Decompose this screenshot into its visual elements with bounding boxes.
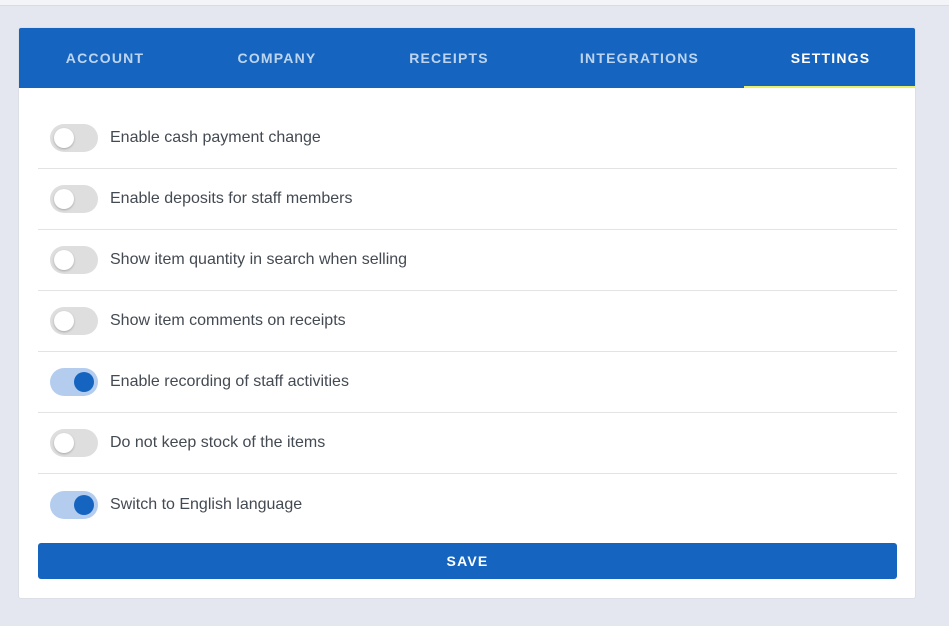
setting-label: Show item comments on receipts <box>110 312 346 329</box>
settings-list: Enable cash payment change Enable deposi… <box>38 108 897 535</box>
tab-integrations[interactable]: INTEGRATIONS <box>535 28 744 88</box>
setting-label: Enable cash payment change <box>110 129 321 146</box>
toggle-staff-activities[interactable] <box>50 368 98 396</box>
setting-label: Do not keep stock of the items <box>110 434 326 451</box>
tab-company-label: COMPANY <box>237 50 317 66</box>
toggle-knob <box>54 311 74 331</box>
top-strip <box>0 0 949 6</box>
toggle-knob <box>54 250 74 270</box>
toggle-knob <box>54 128 74 148</box>
tab-settings[interactable]: SETTINGS <box>744 28 915 88</box>
toggle-knob <box>74 494 94 515</box>
toggle-no-stock[interactable] <box>50 429 98 457</box>
tab-account[interactable]: ACCOUNT <box>19 28 191 88</box>
toggle-knob <box>54 189 74 209</box>
tab-settings-label: SETTINGS <box>790 50 871 66</box>
setting-label: Enable deposits for staff members <box>110 190 353 207</box>
setting-row-staff-activities: Enable recording of staff activities <box>38 352 897 413</box>
setting-row-cash-payment-change: Enable cash payment change <box>38 108 897 169</box>
tab-company[interactable]: COMPANY <box>191 28 363 88</box>
toggle-item-quantity-search[interactable] <box>50 246 98 274</box>
toggle-knob <box>54 433 74 453</box>
setting-row-no-stock: Do not keep stock of the items <box>38 413 897 474</box>
setting-row-item-quantity-search: Show item quantity in search when sellin… <box>38 230 897 291</box>
setting-label: Enable recording of staff activities <box>110 373 349 390</box>
toggle-staff-deposits[interactable] <box>50 185 98 213</box>
active-tab-indicator <box>744 86 915 88</box>
toggle-english-language[interactable] <box>50 490 98 519</box>
setting-row-english-language: Switch to English language <box>38 474 897 535</box>
tab-bar: ACCOUNT COMPANY RECEIPTS INTEGRATIONS SE… <box>19 28 915 88</box>
tab-receipts-label: RECEIPTS <box>409 50 489 66</box>
setting-row-item-comments-receipts: Show item comments on receipts <box>38 291 897 352</box>
toggle-cash-payment-change[interactable] <box>50 124 98 152</box>
toggle-item-comments-receipts[interactable] <box>50 307 98 335</box>
setting-label: Switch to English language <box>110 495 303 513</box>
tab-receipts[interactable]: RECEIPTS <box>363 28 535 88</box>
tab-integrations-label: INTEGRATIONS <box>579 50 700 66</box>
setting-row-staff-deposits: Enable deposits for staff members <box>38 169 897 230</box>
toggle-knob <box>74 372 94 392</box>
settings-card: ACCOUNT COMPANY RECEIPTS INTEGRATIONS SE… <box>18 27 916 599</box>
tab-account-label: ACCOUNT <box>65 50 145 66</box>
setting-label: Show item quantity in search when sellin… <box>110 251 408 268</box>
save-button[interactable]: SAVE <box>38 543 897 579</box>
